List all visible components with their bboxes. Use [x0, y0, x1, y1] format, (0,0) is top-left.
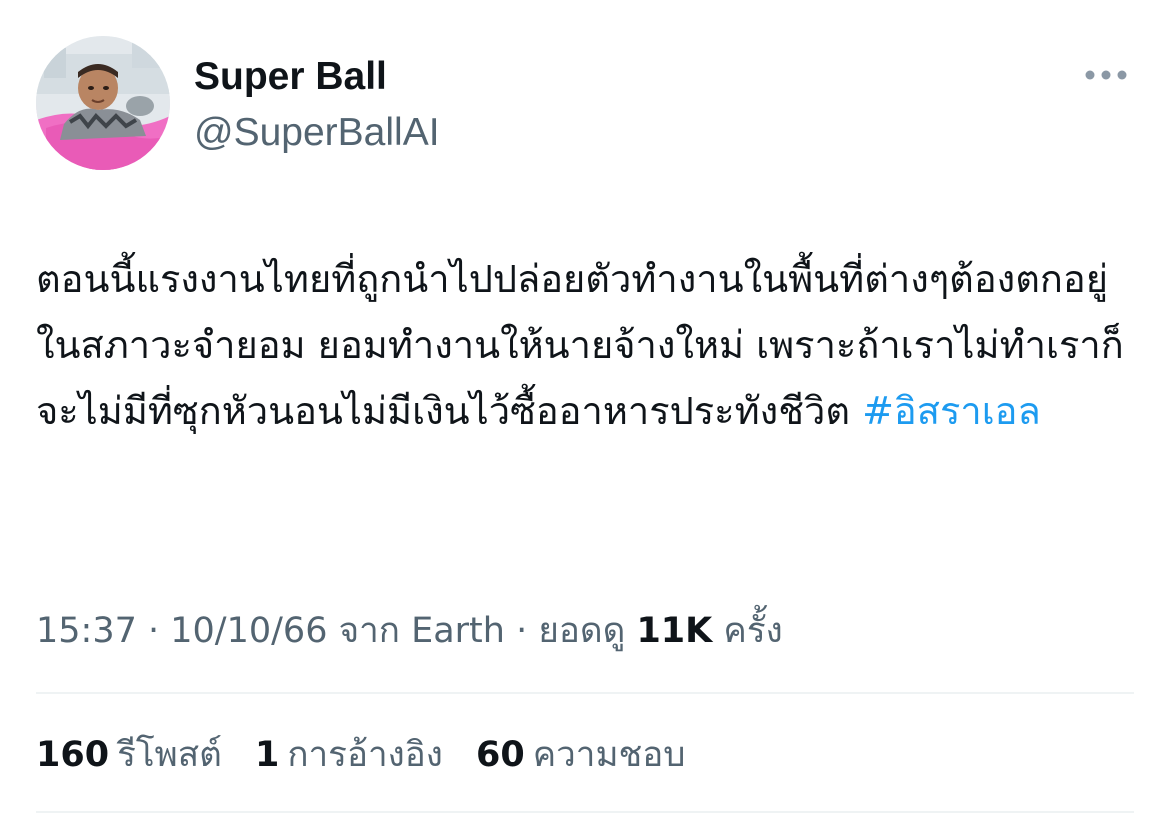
- meta-separator: ·: [136, 611, 171, 651]
- views-prefix: ยอดดู: [538, 611, 637, 651]
- likes-stat[interactable]: 60 ความชอบ: [476, 724, 686, 786]
- user-handle[interactable]: @SuperBallAI: [194, 110, 440, 156]
- more-options-button[interactable]: [1076, 60, 1136, 90]
- divider: [36, 811, 1134, 813]
- tweet-time[interactable]: 15:37: [36, 611, 137, 651]
- views-suffix: ครั้ง: [712, 611, 783, 651]
- retweets-count: 160: [36, 735, 110, 775]
- tweet-meta: 15:37 · 10/10/66 จาก Earth · ยอดดู 11K ค…: [36, 600, 783, 662]
- tweet-detail: Super Ball @SuperBallAI ตอนนี้แรงงานไทยท…: [0, 0, 1170, 814]
- meta-separator: ·: [504, 611, 539, 651]
- retweets-stat[interactable]: 160 รีโพสต์: [36, 724, 222, 786]
- avatar[interactable]: [36, 36, 170, 170]
- tweet-text: ตอนนี้แรงงานไทยที่ถูกนำไปปล่อยตัวทำงานใน…: [36, 246, 1126, 444]
- likes-count: 60: [476, 735, 525, 775]
- retweets-label: รีโพสต์: [117, 735, 222, 775]
- tweet-date[interactable]: 10/10/66: [170, 611, 327, 651]
- user-avatar-photo: [36, 36, 170, 170]
- likes-label: ความชอบ: [532, 735, 686, 775]
- quotes-label: การอ้างอิง: [287, 735, 443, 775]
- engagement-stats: 160 รีโพสต์ 1 การอ้างอิง 60 ความชอบ: [36, 724, 708, 786]
- quotes-count: 1: [254, 735, 280, 775]
- quotes-stat[interactable]: 1 การอ้างอิง: [255, 724, 443, 786]
- display-name[interactable]: Super Ball: [194, 54, 387, 100]
- more-horizontal-icon: [1085, 70, 1127, 80]
- tweet-source: Earth: [411, 611, 505, 651]
- tweet-header: Super Ball @SuperBallAI: [36, 36, 1136, 176]
- hashtag-link[interactable]: #อิสราเอล: [862, 389, 1041, 433]
- views-count[interactable]: 11K: [636, 611, 712, 651]
- source-prefix: จาก: [327, 611, 412, 651]
- divider: [36, 692, 1134, 694]
